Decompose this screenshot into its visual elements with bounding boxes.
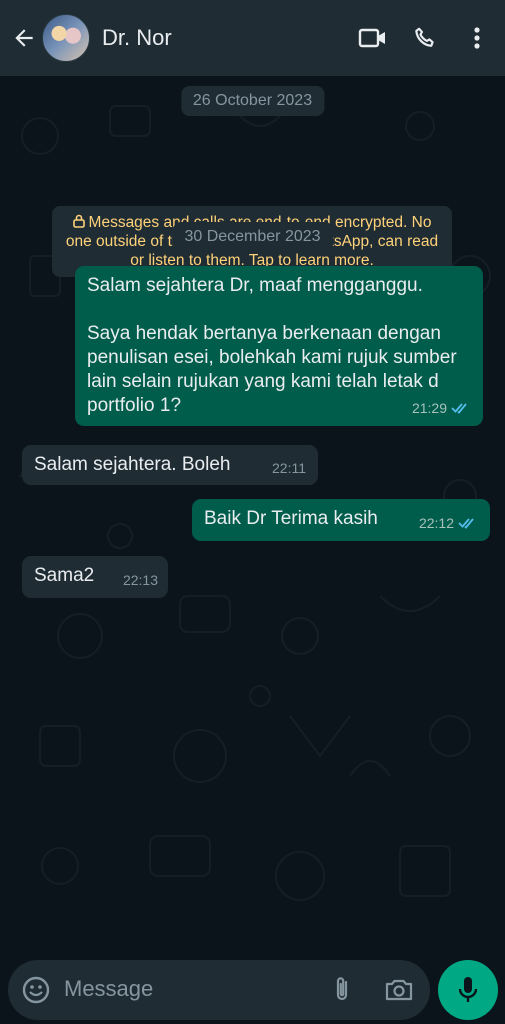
video-call-button[interactable] bbox=[351, 16, 395, 60]
camera-icon[interactable] bbox=[382, 974, 416, 1006]
message-composer: Message bbox=[0, 952, 505, 1024]
message-input-placeholder[interactable]: Message bbox=[64, 976, 153, 1002]
voice-call-icon bbox=[415, 27, 434, 47]
paperclip-icon[interactable] bbox=[326, 974, 358, 1006]
message-text: Saya hendak bertanya berkenaan dengan pe… bbox=[87, 323, 457, 416]
contact-avatar[interactable] bbox=[42, 14, 90, 62]
chat-area[interactable]: 26 October 2023 Messages and calls are e… bbox=[0, 76, 505, 952]
voice-message-button[interactable] bbox=[438, 960, 498, 1020]
lock-icon bbox=[72, 214, 85, 228]
read-ticks-icon bbox=[458, 518, 474, 529]
message-time: 22:12 bbox=[418, 515, 454, 531]
read-ticks-icon bbox=[451, 403, 467, 414]
video-call-icon bbox=[358, 28, 385, 48]
back-arrow-icon bbox=[15, 29, 33, 47]
message-time: 22:13 bbox=[122, 572, 158, 588]
message-text: Salam sejahtera. Boleh bbox=[34, 454, 231, 475]
message-text: Sama2 bbox=[34, 565, 95, 586]
message-bubble-incoming[interactable]: Sama2 22:13 bbox=[22, 556, 168, 598]
message-bubble-incoming[interactable]: Salam sejahtera. Boleh 22:11 bbox=[22, 445, 318, 485]
date-divider: 26 October 2023 bbox=[180, 86, 325, 116]
message-text: Salam sejahtera Dr, maaf mengganggu. bbox=[87, 275, 423, 296]
more-options-button[interactable] bbox=[455, 16, 499, 60]
voice-call-button[interactable] bbox=[403, 16, 447, 60]
more-options-icon bbox=[474, 27, 480, 49]
message-meta: 22:12 bbox=[419, 511, 478, 535]
chat-header: Dr. Nor bbox=[0, 0, 505, 76]
microphone-icon bbox=[458, 977, 478, 1002]
back-button[interactable] bbox=[6, 20, 42, 56]
message-time: 22:11 bbox=[272, 460, 306, 476]
contact-name[interactable]: Dr. Nor bbox=[102, 25, 351, 51]
message-bubble-outgoing[interactable]: Baik Dr Terima kasih 22:12 bbox=[192, 499, 490, 541]
message-bubble-outgoing[interactable]: Salam sejahtera Dr, maaf mengganggu. Say… bbox=[75, 266, 483, 426]
message-time: 21:29 bbox=[411, 400, 447, 416]
date-divider: 30 December 2023 bbox=[172, 222, 333, 252]
message-text: Baik Dr Terima kasih bbox=[204, 508, 378, 529]
message-meta: 21:29 bbox=[412, 396, 471, 420]
emoji-icon[interactable] bbox=[20, 974, 52, 1006]
message-input-box[interactable]: Message bbox=[8, 960, 430, 1020]
